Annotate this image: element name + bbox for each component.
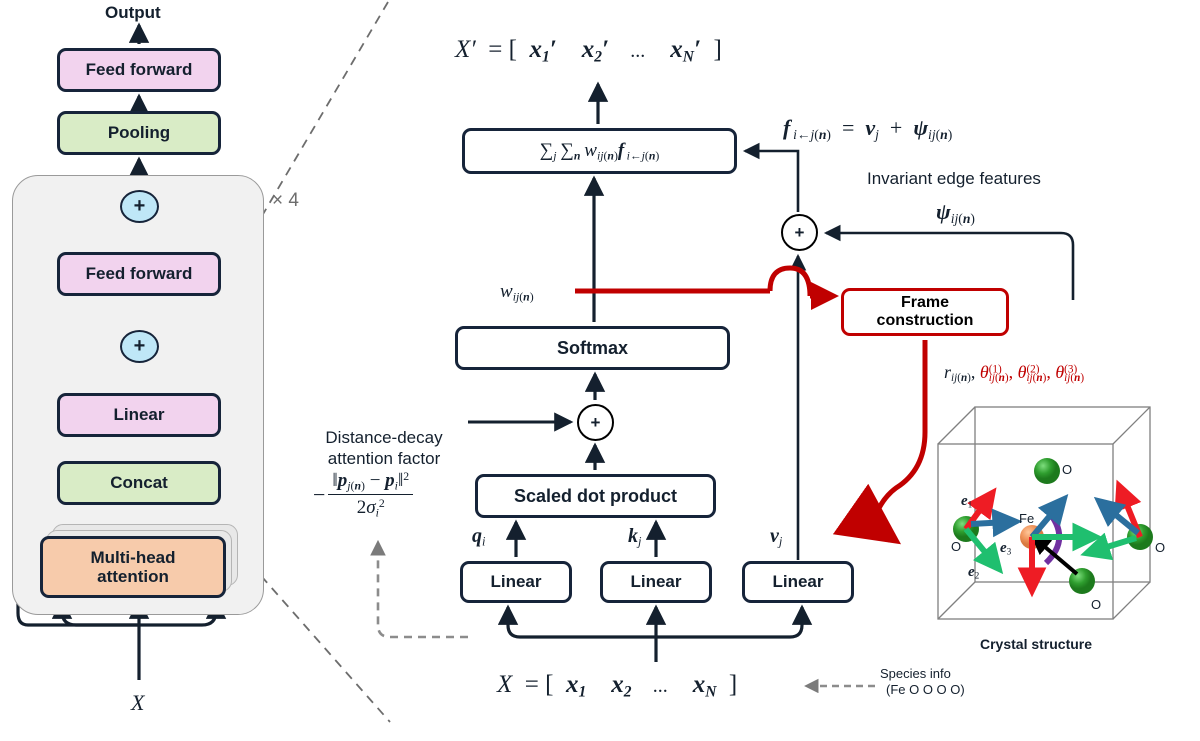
repeat-count-label: × 4 [272, 190, 299, 212]
right-axis-green [1080, 532, 1137, 561]
right-axis-blue [1093, 496, 1140, 536]
attention-adder: + [577, 404, 614, 441]
output-text: Output [105, 3, 161, 22]
arrow-x-to-linearv [656, 604, 813, 639]
scaled-dot-product-box[interactable]: Scaled dot product [475, 474, 716, 518]
callout-dashed-top [245, 1, 389, 244]
plus-glyph: + [590, 412, 601, 432]
aggregation-box[interactable]: ∑j ∑n wij(n)f i←j(n) [462, 128, 737, 174]
message-equation: f i←j(n) = vj + ψij(n) [783, 115, 953, 142]
right-axis-red [1114, 479, 1143, 539]
query-label: qi [472, 525, 486, 549]
atom-oxygen-top [1034, 458, 1060, 484]
invariant-edge-symbol: ψij(n) [936, 199, 975, 226]
distance-decay-caption-line2: attention factor [327, 448, 441, 468]
linear-k-box[interactable]: Linear [600, 561, 712, 603]
species-info-line1: Species info [880, 666, 951, 681]
key-label: kj [628, 525, 642, 549]
arrow-x-to-linearq [497, 604, 656, 639]
frame-axis-label-e2: e2 [968, 564, 980, 582]
atom-label-o-left: O [951, 539, 962, 554]
aggregation-formula: ∑j ∑n wij(n)f i←j(n) [539, 139, 660, 163]
edge-feature-adder: + [781, 214, 818, 251]
atom-oxygen-right [1127, 524, 1153, 550]
distance-decay-fraction: ‖pj(n) − pi‖2 2σi2 [328, 470, 414, 521]
softmax-label: Softmax [556, 337, 628, 358]
atom-label-fe: Fe [1019, 511, 1035, 526]
atom-iron-center [1020, 525, 1044, 549]
distance-decay-caption-line1: Distance-decay [325, 428, 443, 447]
invariant-edge-caption: Invariant edge features [867, 169, 1041, 189]
invariant-caption-text: Invariant edge features [867, 169, 1041, 188]
concat-label: Concat [110, 473, 168, 493]
linear-v-box[interactable]: Linear [742, 561, 854, 603]
concat-box[interactable]: Concat [57, 461, 221, 505]
atom-label-o-right: O [1155, 540, 1166, 555]
red-arrow-into-crystal [832, 483, 902, 545]
e2-axis-green [963, 527, 1004, 575]
residual-adder-lower: + [120, 330, 159, 363]
angle-arc-purple [1043, 508, 1063, 566]
cube-front-face [937, 443, 1114, 620]
minus-sign: − [313, 482, 326, 508]
crystal-structure-caption: Crystal structure [980, 636, 1092, 652]
linear-v-label: Linear [772, 572, 824, 592]
multi-head-attention-label: Multi-head attention [90, 547, 176, 586]
species-info-line2: (Fe O O O O) [886, 682, 965, 698]
frame-construction-label: Frame construction [876, 294, 974, 329]
input-label-left: X [131, 690, 144, 716]
distance-decay-caption: Distance-decay attention factor [309, 428, 459, 469]
arrow-adder-to-agg-box [742, 142, 800, 212]
scaled-dot-product-label: Scaled dot product [513, 485, 677, 506]
linear-q-box[interactable]: Linear [460, 561, 572, 603]
linear-label: Linear [113, 405, 165, 425]
geometry-terms-label: rij(n), θ(1)ij(n), θ(2)ij(n), θ(3)ij(n) [944, 362, 1085, 385]
output-label: Output [105, 3, 161, 23]
feed-forward-top-box[interactable]: Feed forward [57, 48, 221, 92]
species-info-label: Species info (Fe O O O O) [880, 666, 965, 699]
cube-edge-bl [937, 581, 976, 620]
diagram-canvas: Feed forward Pooling Feed forward Linear… [0, 0, 1200, 741]
crystal-structure-graphic [937, 406, 1153, 620]
softmax-box[interactable]: Softmax [455, 326, 730, 370]
pooling-label: Pooling [107, 123, 171, 143]
linear-box[interactable]: Linear [57, 393, 221, 437]
output-equation: X′ = [ x1′ x2′ ... xN′ ] [455, 36, 722, 66]
feed-forward-inner-box[interactable]: Feed forward [57, 252, 221, 296]
distance-decay-numerator: ‖pj(n) − pi‖2 [328, 470, 414, 496]
frame-axis-label-e3: e3 [1000, 540, 1012, 558]
residual-adder-upper: + [120, 190, 159, 223]
linear-q-label: Linear [490, 572, 542, 592]
red-frame-to-crystal [869, 340, 928, 525]
cube-edge-br [1112, 581, 1151, 620]
atom-oxygen-bottom [1069, 568, 1095, 594]
linear-k-label: Linear [630, 572, 682, 592]
repeat-count-text: × 4 [272, 190, 299, 211]
frame-axis-label-e1: e1 [961, 493, 973, 511]
atom-label-o-bottom: O [1091, 597, 1102, 612]
value-label: vj [770, 525, 783, 549]
multi-head-attention-box[interactable]: Multi-head attention [40, 536, 226, 598]
e3-axis-blue [970, 508, 1023, 538]
cube-edge-tr [1112, 406, 1151, 445]
plus-glyph: + [133, 195, 146, 217]
fe-axis-blue [1029, 493, 1069, 539]
crystal-caption-text: Crystal structure [980, 636, 1093, 652]
input-equation: X = [ x1 x2 ... xN ] [497, 671, 738, 701]
red-weight-hop [767, 265, 813, 297]
feed-forward-top-label: Feed forward [85, 60, 193, 80]
feed-forward-inner-label: Feed forward [85, 264, 193, 284]
bond-fe-to-oxygen [1030, 534, 1079, 576]
atom-label-o-top: O [1062, 462, 1073, 477]
plus-glyph: + [794, 222, 805, 242]
distance-decay-formula: − ‖pj(n) − pi‖2 2σi2 [313, 470, 414, 521]
distance-decay-denominator: 2σi2 [356, 497, 385, 520]
attention-weight-label: wij(n) [500, 281, 534, 304]
cube-edge-tl [937, 406, 976, 445]
dashed-position-feed [370, 539, 468, 639]
input-text: X [131, 690, 145, 715]
frame-construction-box[interactable]: Frame construction [841, 288, 1009, 336]
plus-glyph: + [133, 335, 146, 357]
pooling-box[interactable]: Pooling [57, 111, 221, 155]
